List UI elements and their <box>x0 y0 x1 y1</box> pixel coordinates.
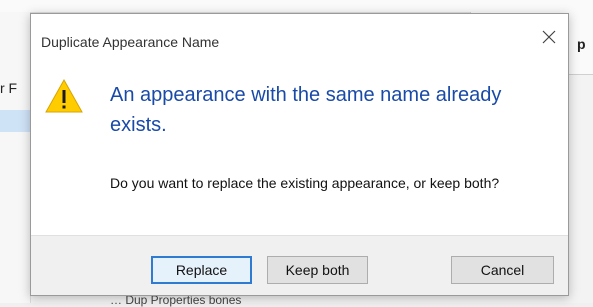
dialog-title: Duplicate Appearance Name <box>41 34 220 50</box>
replace-button[interactable]: Replace <box>151 256 252 284</box>
close-button[interactable] <box>534 24 564 50</box>
background-right-label: p <box>577 36 586 52</box>
warning-icon <box>45 78 83 113</box>
close-icon <box>542 30 556 44</box>
main-instruction: An appearance with the same name already… <box>110 84 502 136</box>
dialog-titlebar: Duplicate Appearance Name <box>31 14 568 58</box>
dialog-content-text: Do you want to replace the existing appe… <box>110 175 500 191</box>
background-selected-row <box>0 110 30 132</box>
keep-both-button[interactable]: Keep both <box>267 256 368 284</box>
dialog-button-bar: Replace Keep both Cancel <box>31 235 568 295</box>
duplicate-appearance-dialog: Duplicate Appearance Name An appearance … <box>30 13 569 296</box>
cancel-button[interactable]: Cancel <box>451 256 554 284</box>
background-left-panel <box>0 12 31 303</box>
background-left-label: r F <box>0 80 18 96</box>
